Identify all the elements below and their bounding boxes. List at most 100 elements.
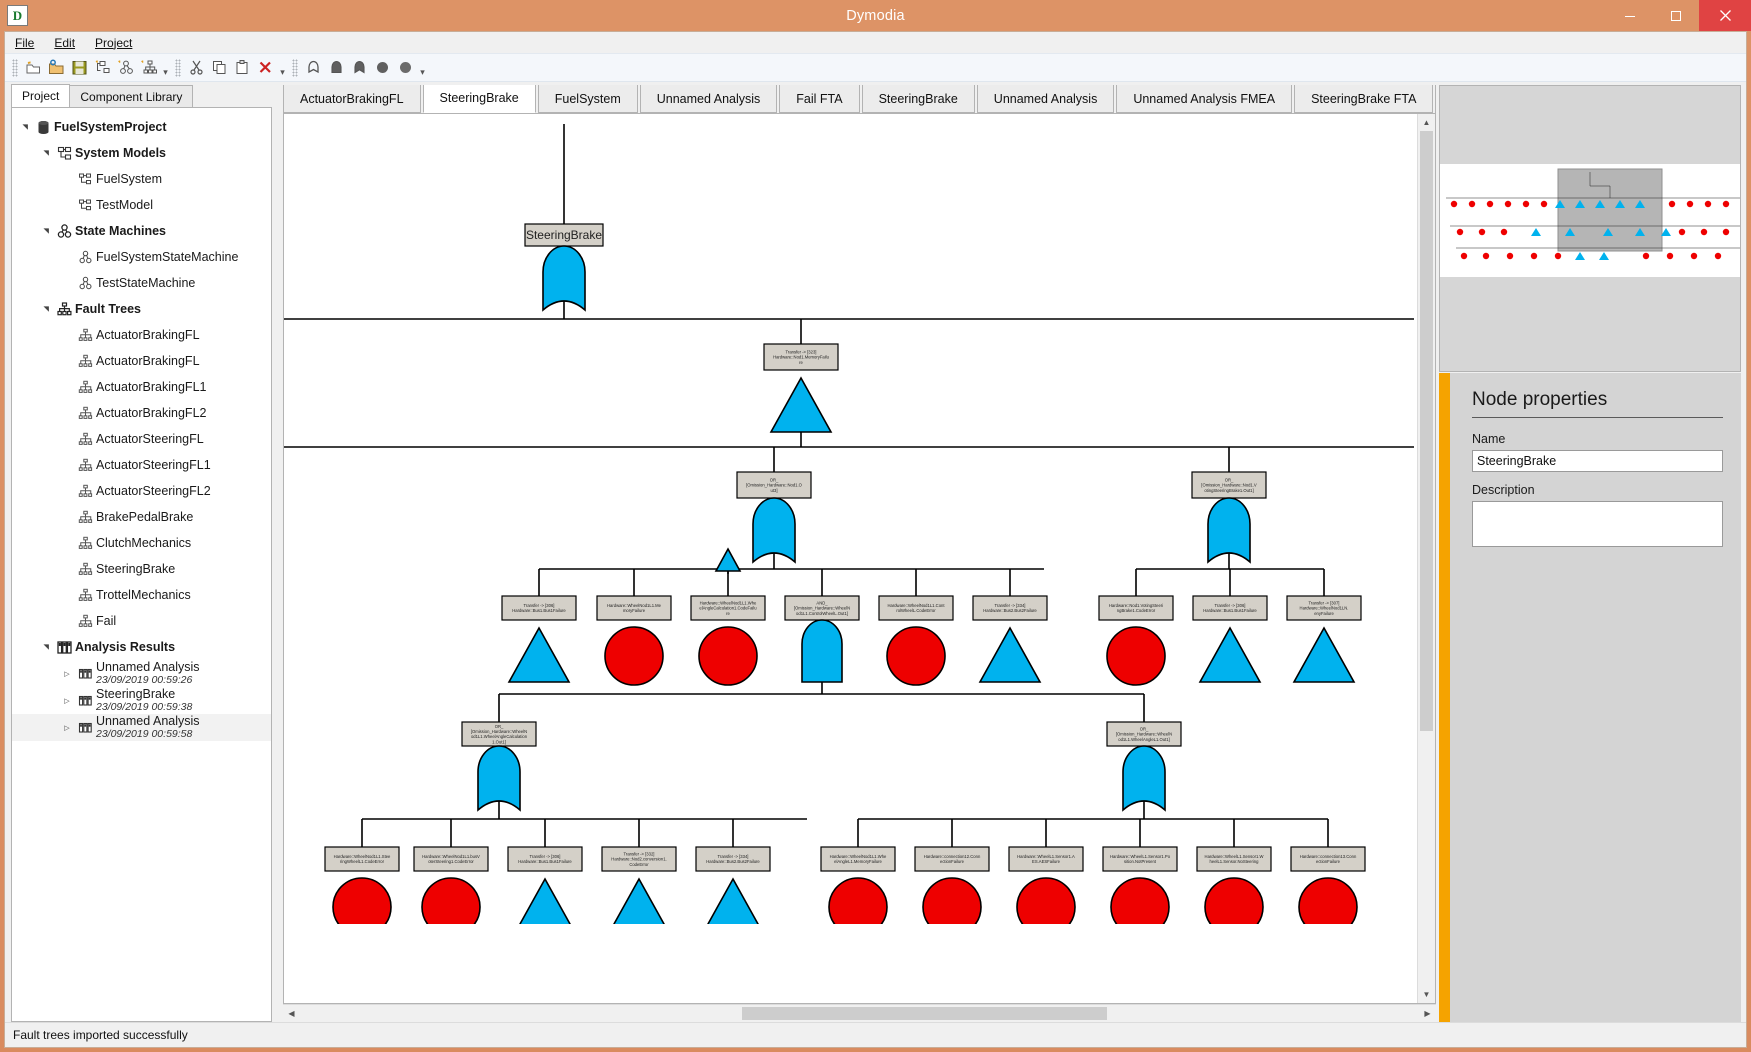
scroll-right-icon[interactable]: ▶ [1419, 1005, 1436, 1022]
tree-item-actuatorbrakingfl[interactable]: ActuatorBrakingFL [12, 348, 271, 374]
cut-icon[interactable] [185, 57, 207, 79]
fault-tree-canvas[interactable]: SteeringBrakeTransfer -> [323] Hardware::… [284, 114, 1417, 1003]
toolbar-overflow-icon-2[interactable]: ▾ [277, 56, 288, 80]
maximize-icon[interactable] [1653, 0, 1699, 31]
toolbar-grip-3[interactable] [292, 58, 298, 77]
ft-node-basic-event[interactable]: Hardware::WheelL1.Sensor1.WheelL1.Sensor… [1196, 846, 1272, 924]
ft-node-transfer[interactable]: Transfer -> [306]Hardware::Bus1.Bus1Fail… [501, 595, 577, 683]
ft-node-transfer[interactable]: Transfer -> [332]Hardware::Nod2.conversi… [601, 846, 677, 924]
tree-item-fuelsystem[interactable]: FuelSystem [12, 166, 271, 192]
tree-item-teststatemachine[interactable]: TestStateMachine [12, 270, 271, 296]
scroll-down-icon[interactable]: ▼ [1418, 986, 1435, 1003]
document-tab-steeringbrake[interactable]: SteeringBrake [422, 85, 536, 113]
ft-node-basic-event[interactable]: Hardware::WheelNod1L1.WheelAngleL1.Memor… [820, 846, 896, 924]
ft-node-or-gate[interactable]: OR_[Omission_Hardware::WheelNod1L1.Wheel… [461, 721, 537, 812]
ft-node-basic-event[interactable]: Hardware::connection12.ConnectionFailure [914, 846, 990, 924]
save-icon[interactable] [68, 57, 90, 79]
ft-node-transfer[interactable]: Transfer -> [334]Hardware::Bus2.Bus2Fail… [972, 595, 1048, 683]
chevron-expanded-icon[interactable]: ◢ [42, 224, 50, 238]
chevron-expanded-icon[interactable]: ◢ [42, 640, 50, 654]
tree-item-fuelsystemproject[interactable]: ◢ FuelSystemProject [12, 114, 271, 140]
ft-node-basic-event[interactable]: Hardware::WheelL1.Sensor1.AES.AESFailure [1008, 846, 1084, 924]
ft-node-basic-event[interactable]: Hardware::WheelNod1L1.WheelAngleCalculat… [690, 595, 766, 686]
project-tree[interactable]: ◢ FuelSystemProject ◢ System Models FuelSyst… [11, 107, 272, 1022]
tree-item-state-machines[interactable]: ◢ State Machines [12, 218, 271, 244]
minimize-icon[interactable] [1607, 0, 1653, 31]
ft-node-basic-event[interactable]: Hardware::WheelL1.Sensor1.Position.NotPr… [1102, 846, 1178, 924]
ft-node-transfer[interactable]: Transfer -> [307]Hardware::WheelNod1LN.e… [1286, 595, 1362, 683]
document-tab-steeringbrake[interactable]: SteeringBrake [861, 85, 975, 113]
ft-node-basic-event[interactable]: Hardware::WheelNod1L1.busVoterSteering1.… [413, 846, 489, 924]
analysis-result-item[interactable]: ▷ SteeringBrake 23/09/2019 00:59:38 [12, 687, 271, 714]
ft-node-basic-event[interactable]: Hardware::Nod1.VotingSteeringBrake1.Code… [1098, 595, 1174, 686]
toolbar-grip-2[interactable] [175, 58, 181, 77]
toolbar-overflow-icon[interactable]: ▾ [160, 56, 171, 80]
analysis-result-item[interactable]: ▷ Unnamed Analysis 23/09/2019 00:59:58 [12, 714, 271, 741]
ft-node-or-gate[interactable]: OR_[Omission_Hardware::Nod1.VotingSteeri… [1191, 471, 1267, 564]
tree-item-system-models[interactable]: ◢ System Models [12, 140, 271, 166]
basic-event-icon[interactable] [371, 57, 393, 79]
canvas-vertical-scrollbar[interactable]: ▲ ▼ [1417, 114, 1435, 1003]
undeveloped-event-icon[interactable] [394, 57, 416, 79]
transfer-gate-icon[interactable] [348, 57, 370, 79]
menu-project[interactable]: Project [95, 36, 132, 50]
tree-item-testmodel[interactable]: TestModel [12, 192, 271, 218]
new-state-machine-icon[interactable] [114, 57, 136, 79]
new-project-icon[interactable] [22, 57, 44, 79]
horizontal-scroll-thumb[interactable] [742, 1007, 1107, 1020]
tree-item-fuelsystemstatemachine[interactable]: FuelSystemStateMachine [12, 244, 271, 270]
new-fault-tree-icon[interactable] [137, 57, 159, 79]
name-field[interactable] [1472, 450, 1723, 472]
tree-item-actuatorsteeringfl1[interactable]: ActuatorSteeringFL1 [12, 452, 271, 478]
tree-item-actuatorbrakingfl1[interactable]: ActuatorBrakingFL1 [12, 374, 271, 400]
chevron-collapsed-icon[interactable]: ▷ [60, 670, 74, 678]
tab-component-library[interactable]: Component Library [69, 85, 194, 107]
chevron-expanded-icon[interactable]: ◢ [42, 146, 50, 160]
menu-edit[interactable]: Edit [54, 36, 75, 50]
tab-project[interactable]: Project [11, 84, 71, 107]
copy-icon[interactable] [208, 57, 230, 79]
chevron-collapsed-icon[interactable]: ▷ [60, 724, 74, 732]
ft-node-transfer[interactable]: Transfer -> [323]Hardware::Nod1.MemoryFa… [763, 343, 839, 433]
ft-node-basic-event[interactable]: Hardware::WheelNod1L1.MemoryFailure [596, 595, 672, 686]
ft-node-transfer[interactable]: Transfer -> [334]Hardware::Bus2.Bus2Fail… [695, 846, 771, 924]
canvas-horizontal-scrollbar[interactable]: ◀ ▶ [283, 1004, 1436, 1022]
tree-item-analysis-results[interactable]: ◢ Analysis Results [12, 634, 271, 660]
toolbar-grip[interactable] [12, 58, 18, 77]
ft-node-basic-event[interactable]: Hardware::connection13.ConnectionFailure [1290, 846, 1366, 924]
tree-item-trottelmechanics[interactable]: TrottelMechanics [12, 582, 271, 608]
tree-item-actuatorsteeringfl[interactable]: ActuatorSteeringFL [12, 426, 271, 452]
tree-item-clutchmechanics[interactable]: ClutchMechanics [12, 530, 271, 556]
ft-node-basic-event[interactable]: Hardware::WheelNod1L1.ControlWheelL.Code… [878, 595, 954, 686]
chevron-expanded-icon[interactable]: ◢ [21, 120, 29, 134]
ft-node-transfer-small[interactable] [714, 547, 742, 572]
document-tab-actuatorbrakingfl[interactable]: ActuatorBrakingFL [283, 85, 421, 113]
document-tab-unnamed-analysis[interactable]: Unnamed Analysis [976, 85, 1115, 113]
document-tab-unnamed-analysis[interactable]: Unnamed Analysis [639, 85, 778, 113]
ft-node-and-gate[interactable]: AND_[Omission_Hardware::WheelNod1L1.Cont… [784, 595, 860, 683]
document-tab-unnamed-analysis-fmea[interactable]: Unnamed Analysis FMEA [1116, 85, 1293, 113]
document-tab-bar[interactable]: ActuatorBrakingFL SteeringBrake FuelSystem… [277, 85, 1436, 113]
paste-icon[interactable] [231, 57, 253, 79]
toolbar-overflow-icon-3[interactable]: ▾ [417, 56, 428, 80]
vertical-scroll-thumb[interactable] [1420, 131, 1433, 731]
diagram-overview-thumbnail[interactable] [1439, 85, 1741, 372]
ft-node-transfer[interactable]: Transfer -> [306]Hardware::Bus1.Bus1Fail… [1192, 595, 1268, 683]
or-gate-icon[interactable] [325, 57, 347, 79]
close-icon[interactable] [1699, 0, 1751, 31]
tree-item-brakepedalbrake[interactable]: BrakePedalBrake [12, 504, 271, 530]
tree-item-steeringbrake[interactable]: SteeringBrake [12, 556, 271, 582]
ft-node-basic-event[interactable]: Hardware::WheelNod1L1.SteeringWheelL1.Co… [324, 846, 400, 924]
tree-item-fail[interactable]: Fail [12, 608, 271, 634]
delete-icon[interactable] [254, 57, 276, 79]
scroll-left-icon[interactable]: ◀ [283, 1005, 300, 1022]
tree-item-actuatorbrakingfl2[interactable]: ActuatorBrakingFL2 [12, 400, 271, 426]
tree-item-actuatorsteeringfl2[interactable]: ActuatorSteeringFL2 [12, 478, 271, 504]
ft-node-or-gate[interactable]: SteeringBrake [524, 223, 604, 312]
menu-file[interactable]: File [15, 36, 34, 50]
document-tab-fail-fta[interactable]: Fail FTA [779, 85, 860, 113]
tree-item-actuatorbrakingfl[interactable]: ActuatorBrakingFL [12, 322, 271, 348]
analysis-result-item[interactable]: ▷ Unnamed Analysis 23/09/2019 00:59:26 [12, 660, 271, 687]
ft-node-or-gate[interactable]: OR_[Omission_Hardware::WheelNod1L1.Wheel… [1106, 721, 1182, 812]
ft-node-transfer[interactable]: Transfer -> [306]Hardware::Bus1.Bus1Fail… [507, 846, 583, 924]
